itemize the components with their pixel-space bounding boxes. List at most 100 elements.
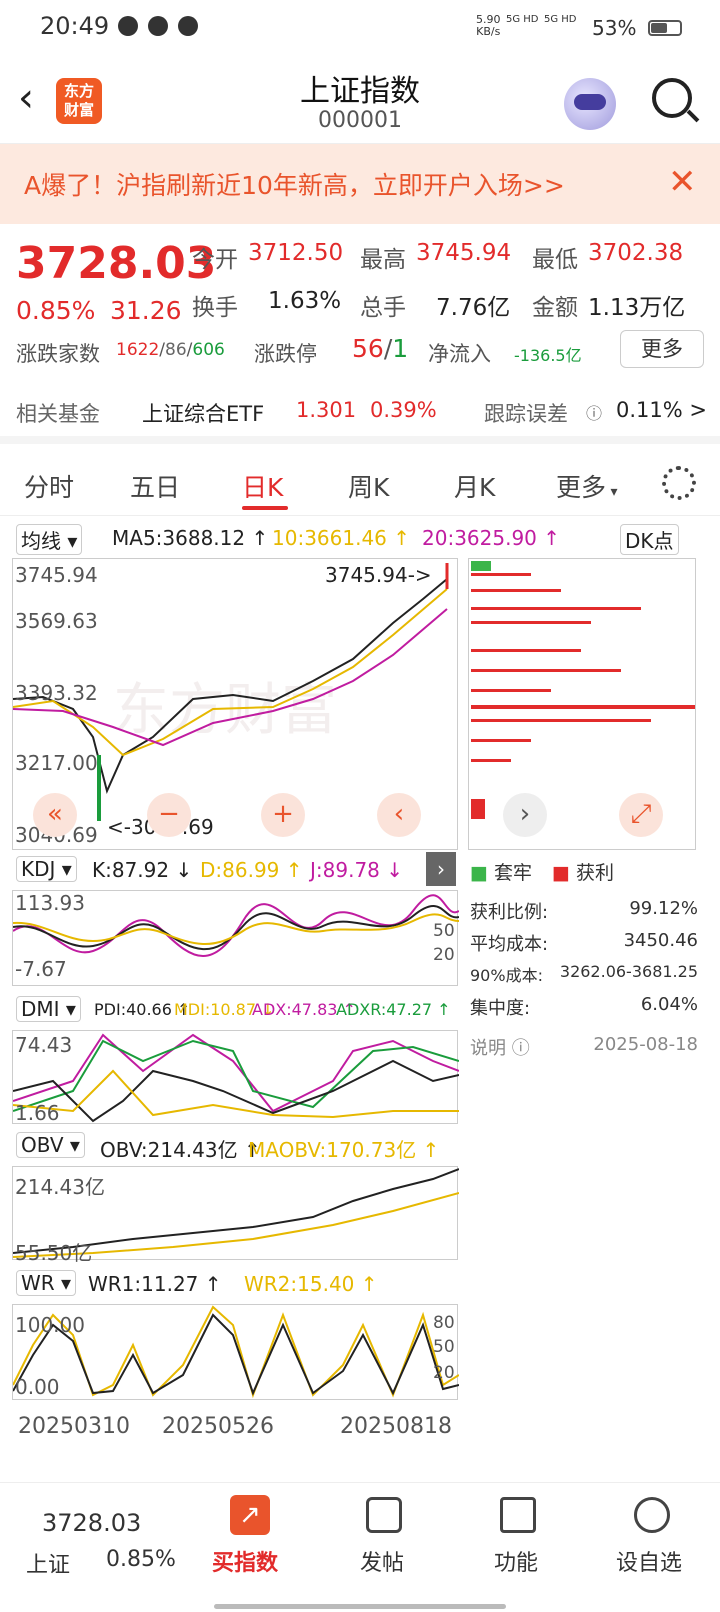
battery-text: 53% xyxy=(592,16,637,40)
obv-top: 214.43亿 xyxy=(15,1175,105,1199)
wr-80: 80 xyxy=(433,1313,455,1333)
fund-name[interactable]: 上证综合ETF xyxy=(142,398,264,428)
alert-icon xyxy=(178,16,198,36)
cost90-row: 90%成本: 3262.06-3681.25 xyxy=(470,962,698,985)
post-icon[interactable] xyxy=(366,1497,402,1533)
change-percent: 0.85% xyxy=(16,296,96,325)
kdj-top: 113.93 xyxy=(15,891,85,915)
legend-trapped: ■ 套牢 xyxy=(470,862,533,884)
chat-icon xyxy=(118,16,138,36)
kdj-20: 20 xyxy=(433,945,455,965)
more-button[interactable]: 更多 xyxy=(620,330,704,368)
k-y-label-3: 3393.32 xyxy=(15,681,98,705)
tab-weekly-k[interactable]: 周K xyxy=(348,468,389,504)
collapse-panel-icon[interactable]: › xyxy=(426,852,456,886)
ma-selector[interactable]: 均线 ▾ xyxy=(16,524,83,555)
dmi-top: 74.43 xyxy=(15,1033,73,1057)
buy-index-icon[interactable]: ↗ xyxy=(230,1495,270,1535)
inflow-value: -136.5亿 xyxy=(514,346,582,365)
legend-profit: ■ 获利 xyxy=(552,862,615,884)
ma10-value: 10:3661.46 ↑ xyxy=(272,526,411,550)
high-note: 3745.94-> xyxy=(325,563,432,587)
bottom-pct[interactable]: 0.85% xyxy=(106,1547,176,1572)
date-label-1: 20250310 xyxy=(18,1414,130,1439)
maobv-value: MAOBV:170.73亿 ↑ xyxy=(248,1138,440,1162)
function-button[interactable]: 功能 xyxy=(494,1545,538,1577)
tab-underline xyxy=(242,506,288,510)
scroll-left-icon[interactable]: « xyxy=(33,793,77,837)
help-icon[interactable]: ⓘ xyxy=(586,400,602,424)
expand-icon[interactable]: ⤢ xyxy=(619,793,663,837)
kdj-50: 50 xyxy=(433,921,455,941)
tab-more[interactable]: 更多 ▾ xyxy=(556,468,618,504)
kdj-selector[interactable]: KDJ ▾ xyxy=(16,856,77,882)
assistant-robot-icon[interactable] xyxy=(564,78,616,130)
ma5-value: MA5:3688.12 ↑ xyxy=(112,526,269,550)
wr1-value: WR1:11.27 ↑ xyxy=(88,1272,222,1296)
bottom-name[interactable]: 上证 xyxy=(26,1547,70,1579)
close-icon[interactable]: ✕ xyxy=(668,162,697,202)
date-label-2: 20250526 xyxy=(162,1414,274,1439)
buy-index-button[interactable]: 买指数 xyxy=(212,1545,278,1577)
gear-icon[interactable] xyxy=(662,466,696,500)
function-grid-icon[interactable] xyxy=(500,1497,536,1533)
battery-icon xyxy=(648,20,682,36)
banner-text[interactable]: A爆了！沪指刷新近10年新高，立即开户入场>> xyxy=(24,166,565,202)
zoom-in-icon[interactable]: + xyxy=(261,793,305,837)
dmi-chart: 74.43 1.66 xyxy=(12,1030,459,1125)
chip-next-icon[interactable]: › xyxy=(503,793,547,837)
obv-bottom: 55.50亿 xyxy=(15,1241,93,1265)
bottom-price[interactable]: 3728.03 xyxy=(42,1509,141,1537)
volume-label: 总手 xyxy=(360,295,406,321)
dk-point-button[interactable]: DK点 xyxy=(620,524,679,555)
kdj-bottom: -7.67 xyxy=(15,957,67,981)
chip-distribution: › ⤢ xyxy=(468,558,696,850)
breadth-label: 涨跌家数 xyxy=(16,342,100,366)
tab-daily-k[interactable]: 日K xyxy=(242,468,283,504)
fund-price: 1.301 xyxy=(296,398,357,422)
obv-value: OBV:214.43亿 ↑ xyxy=(100,1138,261,1162)
search-icon[interactable] xyxy=(652,78,700,123)
limit-label: 涨跌停 xyxy=(254,342,317,366)
tab-monthly-k[interactable]: 月K xyxy=(454,468,495,504)
date-label-3: 20250818 xyxy=(340,1414,452,1439)
concentration-row: 集中度: 6.04% xyxy=(470,994,698,1019)
track-label: 跟踪误差 xyxy=(484,402,568,426)
status-bar: 20:49 5.90 KB/s 5G HD 5G HD 53% xyxy=(0,0,720,56)
avg-cost-row: 平均成本: 3450.46 xyxy=(470,930,698,955)
breadth-values: 1622/86/606 xyxy=(116,340,225,360)
obv-chart: 214.43亿 55.50亿 xyxy=(12,1166,459,1265)
low-value: 3702.38 xyxy=(588,240,684,266)
page-header: ‹ 东方 财富 上证指数 000001 xyxy=(0,56,720,144)
kline-chart[interactable]: 东方财富 3745.94 3569.63 3393.32 3217.00 304… xyxy=(12,558,458,850)
step-left-icon[interactable]: ‹ xyxy=(377,793,421,837)
wr-chart: 100.00 0.00 80 50 20 xyxy=(12,1304,459,1400)
current-price: 3728.03 xyxy=(16,238,217,289)
note-row[interactable]: 说明 ⓘ 2025-08-18 xyxy=(470,1034,698,1060)
post-button[interactable]: 发帖 xyxy=(360,1545,404,1577)
tab-five-day[interactable]: 五日 xyxy=(130,468,180,504)
zoom-out-icon[interactable]: − xyxy=(147,793,191,837)
dmi-selector[interactable]: DMI ▾ xyxy=(16,996,81,1022)
amount-label: 金额 xyxy=(532,295,578,321)
wr-selector[interactable]: WR ▾ xyxy=(16,1270,77,1296)
track-value[interactable]: 0.11% > xyxy=(616,398,707,422)
low-label: 最低 xyxy=(532,247,578,273)
profit-ratio-row: 获利比例: 99.12% xyxy=(470,898,698,923)
tab-intraday[interactable]: 分时 xyxy=(24,468,74,504)
open-label: 今开 xyxy=(192,247,238,273)
limit-values: 56/1 xyxy=(352,334,409,363)
open-value: 3712.50 xyxy=(248,240,344,266)
k-y-label-2: 3569.63 xyxy=(15,609,98,633)
more-dots-icon[interactable] xyxy=(634,1497,670,1533)
kdj-chart: 113.93 -7.67 50 20 xyxy=(12,890,459,986)
status-time: 20:49 xyxy=(40,12,110,40)
add-watchlist-button[interactable]: 设自选 xyxy=(616,1545,682,1577)
signal-1: 5G HD xyxy=(506,14,539,25)
promo-banner[interactable]: A爆了！沪指刷新近10年新高，立即开户入场>> ✕ xyxy=(0,144,720,224)
kdj-k: K:87.92 ↓ xyxy=(92,858,193,882)
obv-selector[interactable]: OBV ▾ xyxy=(16,1132,85,1158)
home-indicator xyxy=(214,1604,506,1609)
signal-2: 5G HD xyxy=(544,14,577,25)
inflow-label: 净流入 xyxy=(428,342,491,366)
